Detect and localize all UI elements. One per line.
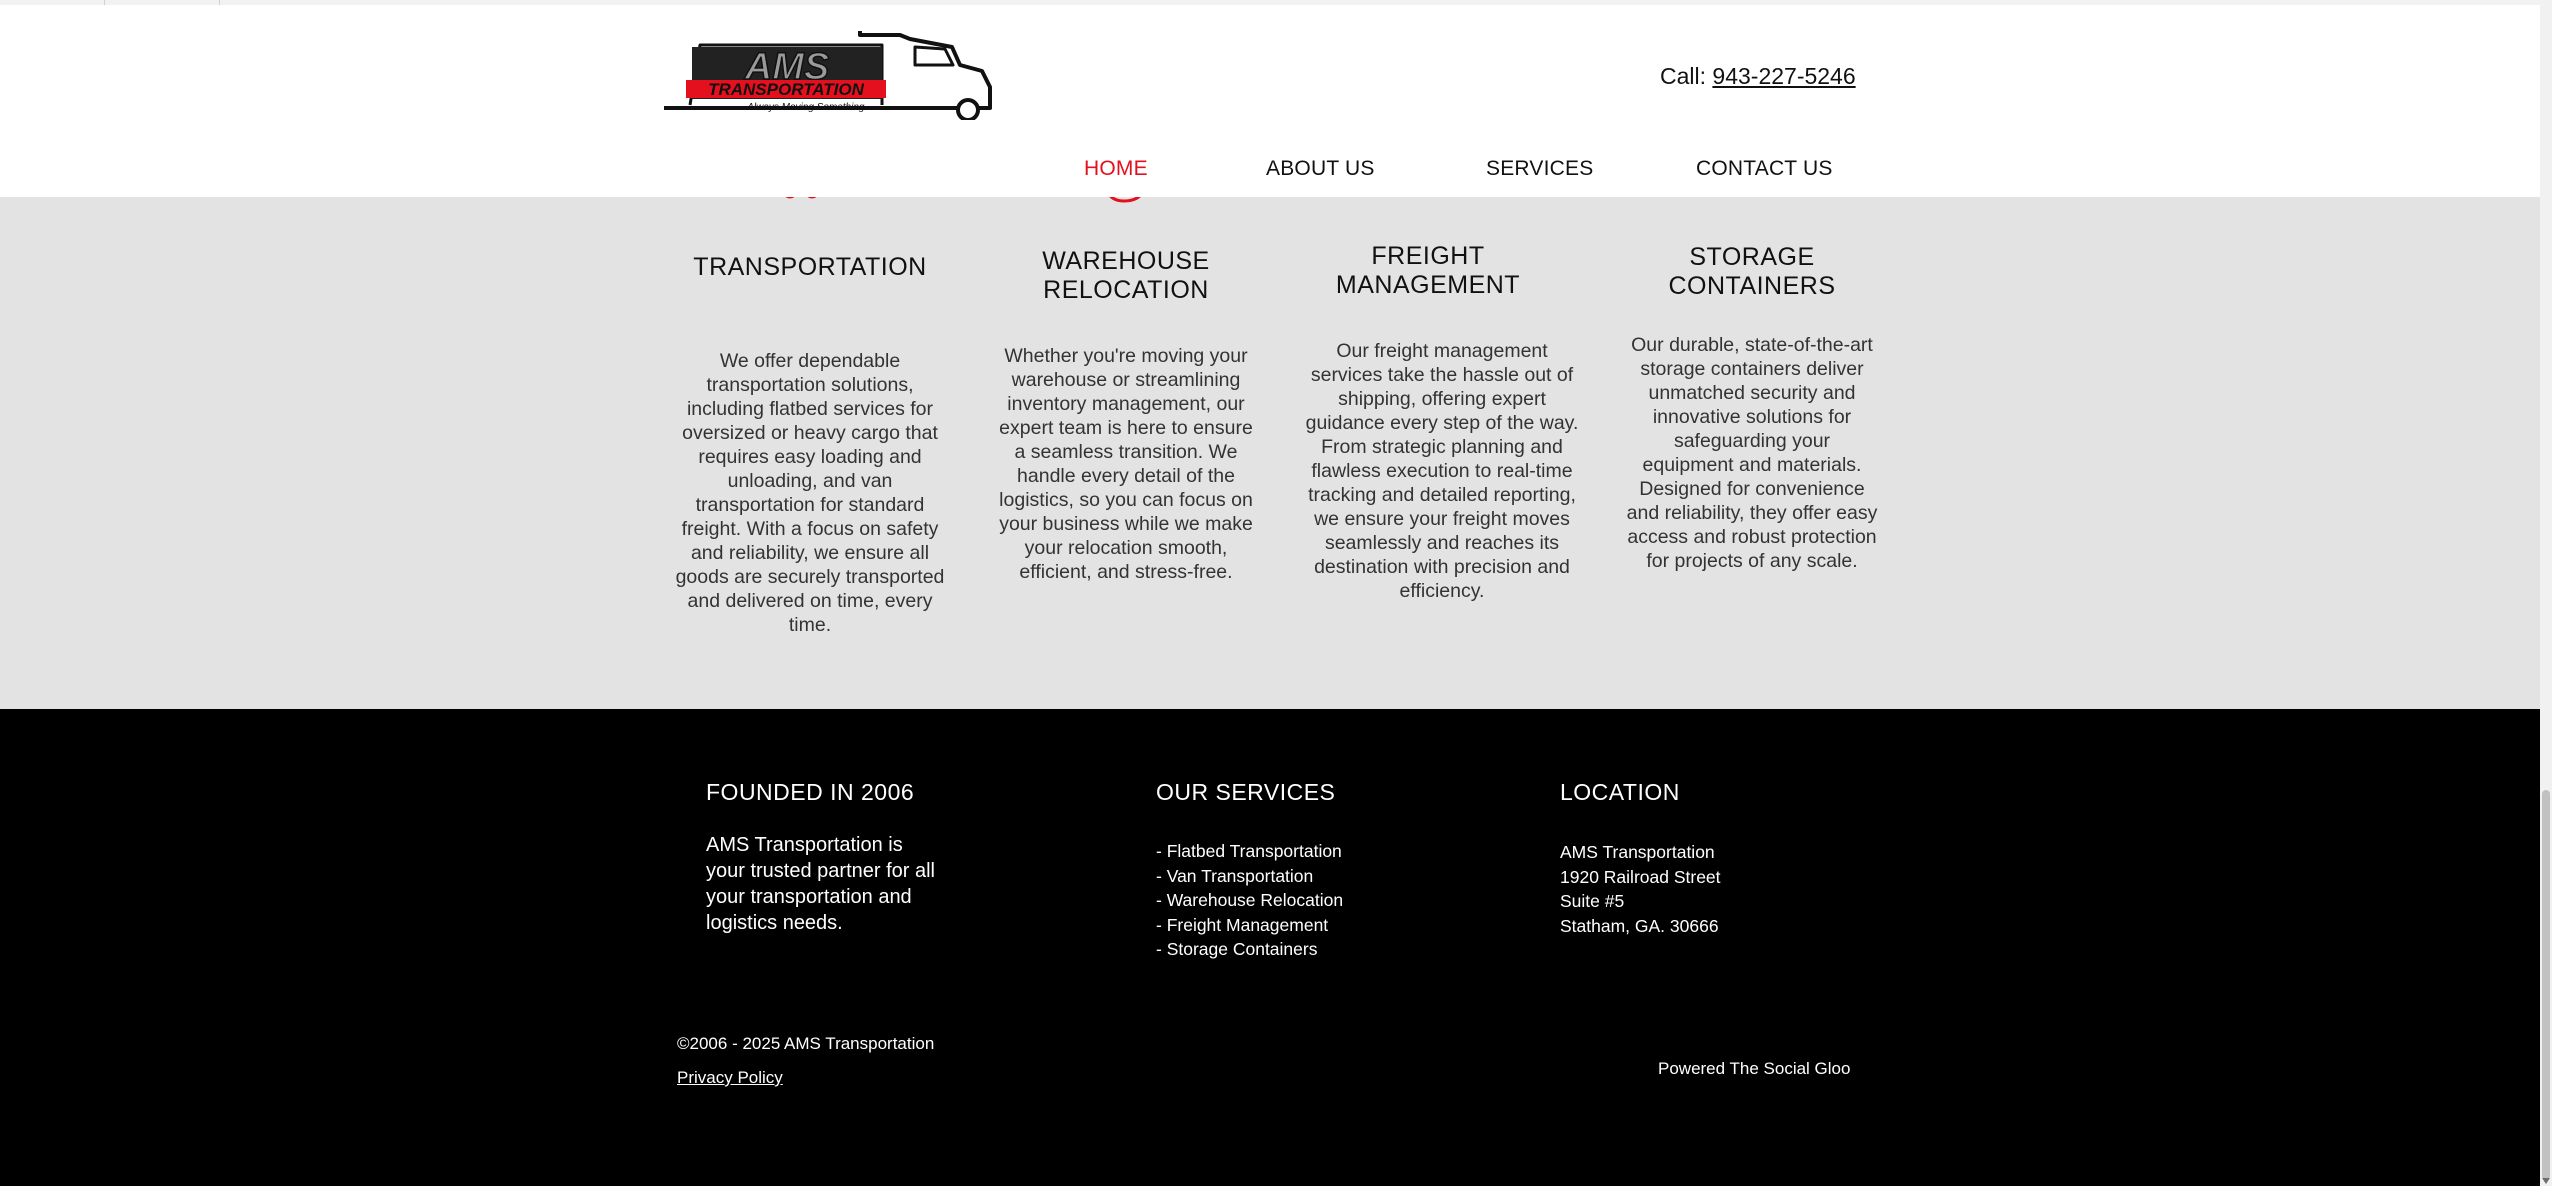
- list-item: - Van Transportation: [1156, 865, 1314, 886]
- call-info: Call: 943-227-5246: [1660, 63, 1856, 90]
- service-text-freight-management: Our freight management services take the…: [1305, 340, 1579, 602]
- powered-by-link[interactable]: Powered The Social Gloo: [1658, 1059, 1850, 1079]
- address-line: Statham, GA. 30666: [1560, 915, 1719, 936]
- scrollbar-thumb[interactable]: [2542, 790, 2550, 1180]
- site-footer: FOUNDED IN 2006 AMS Transportation is yo…: [0, 709, 2540, 1186]
- privacy-policy-link[interactable]: Privacy Policy: [677, 1068, 783, 1088]
- phone-link[interactable]: 943-227-5246: [1712, 63, 1855, 89]
- list-item: - Freight Management: [1156, 914, 1329, 935]
- page-scrollbar[interactable]: [2540, 0, 2552, 1186]
- footer-location-heading: LOCATION: [1560, 779, 1680, 805]
- logo-tagline: Always Moving Something...: [746, 102, 873, 113]
- address-line: Suite #5: [1560, 891, 1625, 911]
- call-label: Call:: [1660, 63, 1707, 89]
- service-title-warehouse-relocation: WAREHOUSE RELOCATION: [1042, 247, 1210, 304]
- site-header: AMS TRANSPORTATION Always Moving Somethi…: [0, 5, 2540, 197]
- list-item: - Flatbed Transportation: [1156, 841, 1342, 861]
- service-text-storage-containers: Our durable, state-of-the-art storage co…: [1626, 334, 1878, 572]
- footer-location-address: AMS Transportation 1920 Railroad Street …: [1560, 840, 1721, 938]
- storage-icon: [1700, 197, 1780, 205]
- service-text-transportation: We offer dependable transportation solut…: [675, 350, 945, 636]
- warehouse-icon: [1109, 197, 1141, 203]
- address-line: 1920 Railroad Street: [1560, 866, 1721, 887]
- address-line: AMS Transportation: [1560, 842, 1715, 862]
- footer-services-list: - Flatbed Transportation - Van Transport…: [1156, 839, 1343, 962]
- service-title-storage-containers: STORAGE CONTAINERS: [1668, 243, 1836, 300]
- service-title-freight-management: FREIGHT MANAGEMENT: [1335, 242, 1521, 299]
- scroll-down-arrow-icon[interactable]: [2542, 1178, 2550, 1184]
- list-item: - Storage Containers: [1156, 939, 1318, 959]
- service-text-warehouse-relocation: Whether you're moving your warehouse or …: [999, 345, 1253, 583]
- footer-services-heading: OUR SERVICES: [1156, 779, 1336, 805]
- list-item: - Warehouse Relocation: [1156, 890, 1344, 910]
- freight-icon: [1404, 197, 1454, 203]
- transport-icon: [785, 197, 817, 199]
- copyright-text: ©2006 - 2025 AMS Transportation: [677, 1034, 935, 1053]
- services-section: TRANSPORTATION We offer dependable trans…: [0, 197, 2540, 709]
- nav-contact-us[interactable]: CONTACT US: [1696, 157, 1833, 181]
- ams-logo[interactable]: AMS TRANSPORTATION Always Moving Somethi…: [660, 25, 1000, 120]
- nav-home[interactable]: HOME: [1084, 157, 1148, 181]
- footer-founded-text: AMS Transportation is your trusted partn…: [706, 834, 935, 934]
- footer-founded-heading: FOUNDED IN 2006: [706, 779, 915, 805]
- nav-about-us[interactable]: ABOUT US: [1266, 157, 1375, 181]
- nav-services[interactable]: SERVICES: [1486, 157, 1593, 181]
- service-title-transportation: TRANSPORTATION: [693, 253, 927, 281]
- logo-transportation-text: TRANSPORTATION: [708, 80, 865, 99]
